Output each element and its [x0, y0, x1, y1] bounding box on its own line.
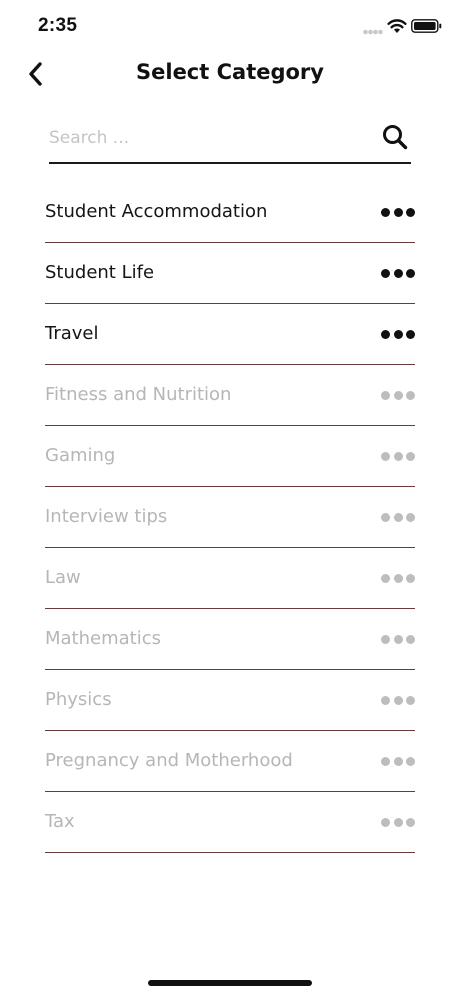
category-label: Student Accommodation: [45, 201, 268, 222]
category-list: Student Accommodation Student Life Trave…: [45, 182, 415, 853]
more-options-icon[interactable]: [381, 451, 415, 461]
category-item-mathematics[interactable]: Mathematics: [45, 609, 415, 670]
category-item-fitness-and-nutrition[interactable]: Fitness and Nutrition: [45, 365, 415, 426]
category-label: Gaming: [45, 445, 116, 466]
search-button[interactable]: [381, 123, 409, 151]
category-label: Physics: [45, 689, 112, 710]
category-label: Pregnancy and Motherhood: [45, 750, 293, 771]
category-label: Law: [45, 567, 81, 588]
status-time: 2:35: [38, 15, 78, 36]
search-input[interactable]: [49, 122, 369, 154]
category-label: Mathematics: [45, 628, 161, 649]
category-item-tax[interactable]: Tax: [45, 792, 415, 853]
category-item-physics[interactable]: Physics: [45, 670, 415, 731]
cellular-signal-icon: [363, 29, 383, 35]
more-options-icon[interactable]: [381, 756, 415, 766]
category-item-student-life[interactable]: Student Life: [45, 243, 415, 304]
more-options-icon[interactable]: [381, 390, 415, 400]
category-label: Tax: [45, 811, 75, 832]
more-options-icon[interactable]: [381, 268, 415, 278]
page-title: Select Category: [136, 60, 324, 84]
category-label: Student Life: [45, 262, 155, 283]
home-indicator: [148, 980, 312, 986]
more-options-icon[interactable]: [381, 329, 415, 339]
more-options-icon[interactable]: [381, 512, 415, 522]
wifi-icon: [387, 19, 407, 33]
search-icon: [383, 125, 408, 150]
more-options-icon[interactable]: [381, 817, 415, 827]
category-item-gaming[interactable]: Gaming: [45, 426, 415, 487]
more-options-icon[interactable]: [381, 634, 415, 644]
more-options-icon[interactable]: [381, 695, 415, 705]
more-options-icon[interactable]: [381, 573, 415, 583]
search-bar: [49, 118, 411, 164]
category-label: Interview tips: [45, 506, 168, 527]
category-item-interview-tips[interactable]: Interview tips: [45, 487, 415, 548]
category-item-pregnancy-and-motherhood[interactable]: Pregnancy and Motherhood: [45, 731, 415, 792]
category-label: Travel: [45, 323, 99, 344]
more-options-icon[interactable]: [381, 207, 415, 217]
category-label: Fitness and Nutrition: [45, 384, 232, 405]
category-item-student-accommodation[interactable]: Student Accommodation: [45, 182, 415, 243]
category-item-travel[interactable]: Travel: [45, 304, 415, 365]
battery-icon: [411, 19, 442, 33]
category-item-law[interactable]: Law: [45, 548, 415, 609]
status-bar: 2:35: [0, 0, 460, 54]
